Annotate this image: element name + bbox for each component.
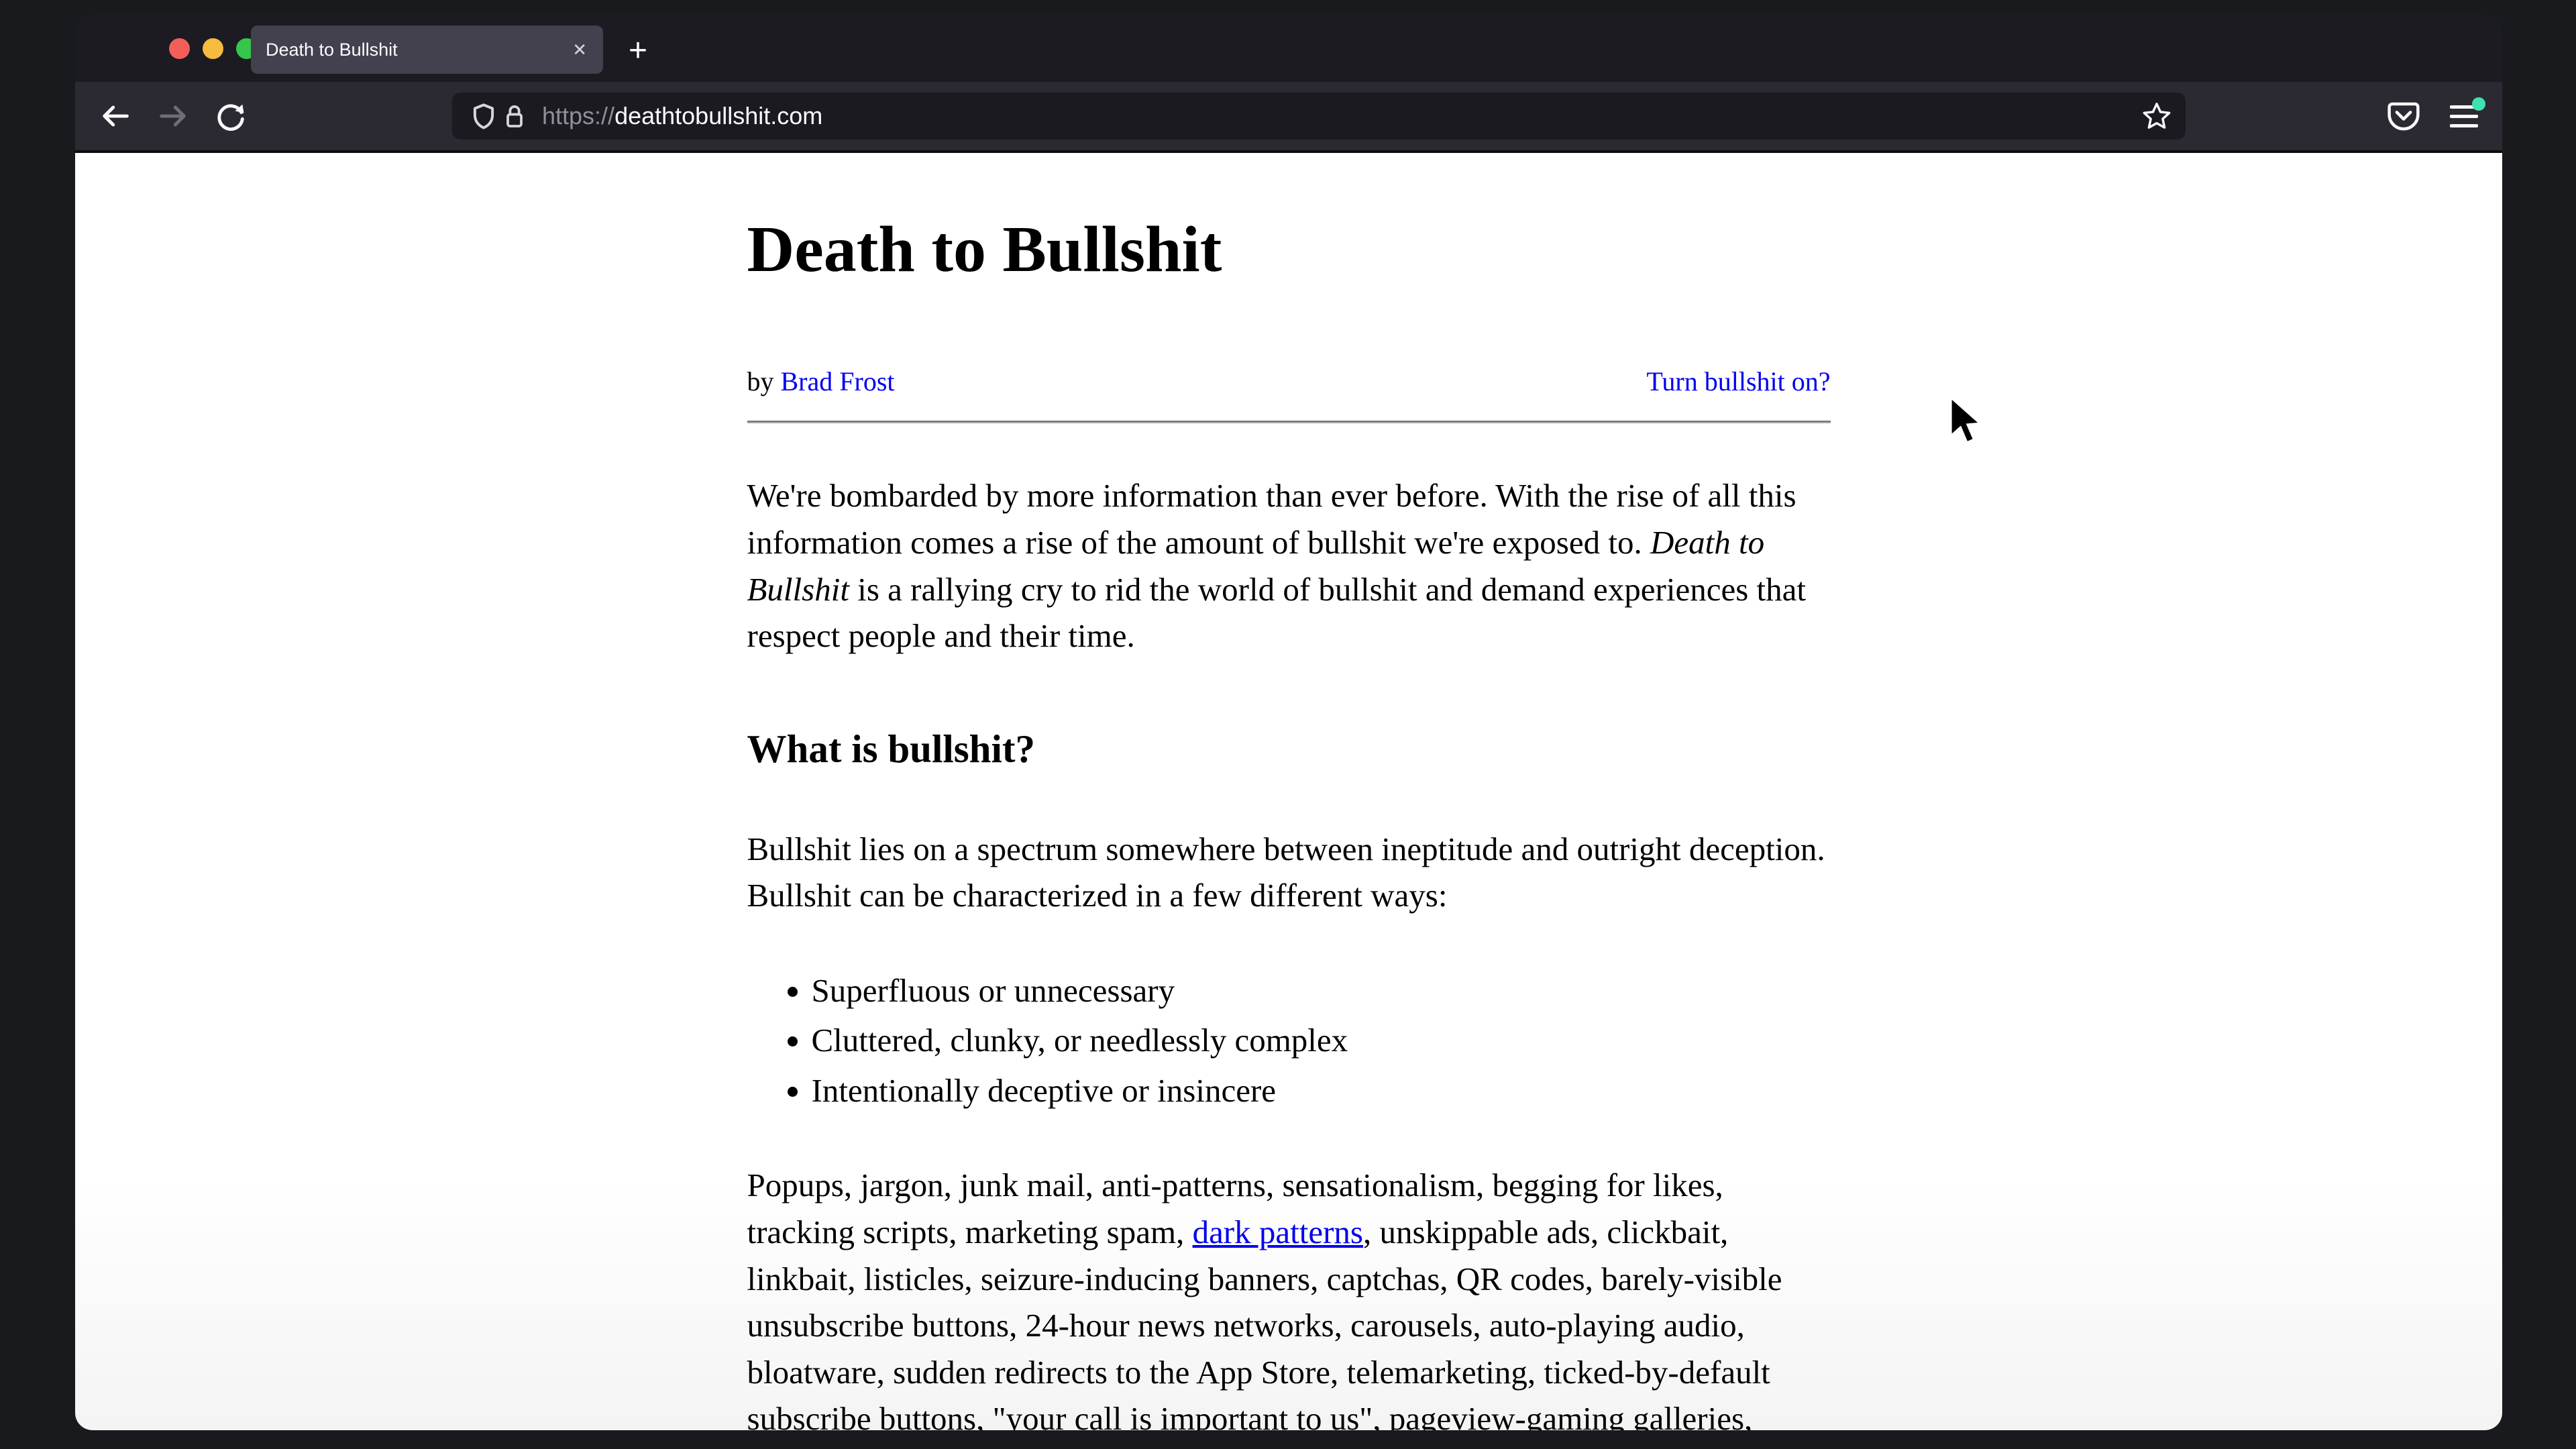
url-text: https://deathtobullshit.com (542, 102, 2141, 130)
window-controls (169, 38, 257, 59)
back-arrow-icon (98, 99, 133, 133)
tab-bar: Death to Bullshit ✕ + ∞ (75, 15, 2502, 82)
forward-arrow-icon (156, 99, 191, 133)
shield-icon[interactable] (468, 101, 499, 131)
author-link[interactable]: Brad Frost (781, 366, 895, 396)
reload-button[interactable] (211, 96, 251, 136)
list-item: Superfluous or unnecessary (812, 967, 1831, 1014)
menu-bar-line (2450, 115, 2478, 118)
spectrum-paragraph: Bullshit lies on a spectrum somewhere be… (747, 826, 1831, 919)
toolbar-right-icons (2383, 96, 2484, 136)
pocket-icon (2385, 98, 2422, 134)
article: Death to Bullshit by Brad Frost Turn bul… (747, 153, 1831, 1430)
forward-button[interactable] (153, 96, 193, 136)
list-item: Cluttered, clunky, or needlessly complex (812, 1017, 1831, 1064)
divider (747, 421, 1831, 424)
pocket-button[interactable] (2383, 96, 2424, 136)
new-tab-button[interactable]: + (617, 30, 659, 71)
address-bar[interactable]: https://deathtobullshit.com (452, 93, 2186, 140)
intro-paragraph: We're bombarded by more information than… (747, 472, 1831, 659)
reload-icon (213, 99, 248, 133)
back-button[interactable] (95, 96, 136, 136)
active-tab[interactable]: Death to Bullshit ✕ (251, 25, 603, 74)
list-item: Intentionally deceptive or insincere (812, 1067, 1831, 1114)
turn-bullshit-on-link[interactable]: Turn bullshit on? (1646, 363, 1830, 401)
page-title: Death to Bullshit (747, 212, 1831, 288)
byline-row: by Brad Frost Turn bullshit on? (747, 363, 1831, 401)
mouse-cursor (1947, 394, 1988, 452)
bullshit-characteristics-list: Superfluous or unnecessary Cluttered, cl… (747, 967, 1831, 1114)
menu-button[interactable] (2444, 96, 2484, 136)
bookmark-star-icon[interactable] (2141, 101, 2172, 131)
lock-icon[interactable] (499, 101, 530, 131)
section-heading: What is bullshit? (747, 721, 1831, 777)
url-host: deathtobullshit.com (614, 102, 822, 129)
navigation-toolbar: https://deathtobullshit.com (75, 82, 2502, 153)
dark-patterns-link[interactable]: dark patterns (1193, 1214, 1363, 1250)
tab-title: Death to Bullshit (266, 40, 561, 60)
byline: by Brad Frost (747, 363, 895, 401)
page-viewport: Death to Bullshit by Brad Frost Turn bul… (75, 153, 2502, 1430)
url-scheme: https:// (542, 102, 614, 129)
tab-close-icon[interactable]: ✕ (561, 41, 587, 58)
close-window-button[interactable] (169, 38, 190, 59)
examples-paragraph: Popups, jargon, junk mail, anti-patterns… (747, 1162, 1831, 1430)
update-badge-dot (2472, 97, 2485, 111)
minimize-window-button[interactable] (203, 38, 223, 59)
intro-text-end: is a rallying cry to rid the world of bu… (747, 571, 1807, 655)
menu-bar-line (2450, 124, 2478, 127)
intro-text: We're bombarded by more information than… (747, 477, 1796, 561)
browser-window: Death to Bullshit ✕ + ∞ (75, 15, 2502, 1430)
byline-prefix: by (747, 366, 781, 396)
